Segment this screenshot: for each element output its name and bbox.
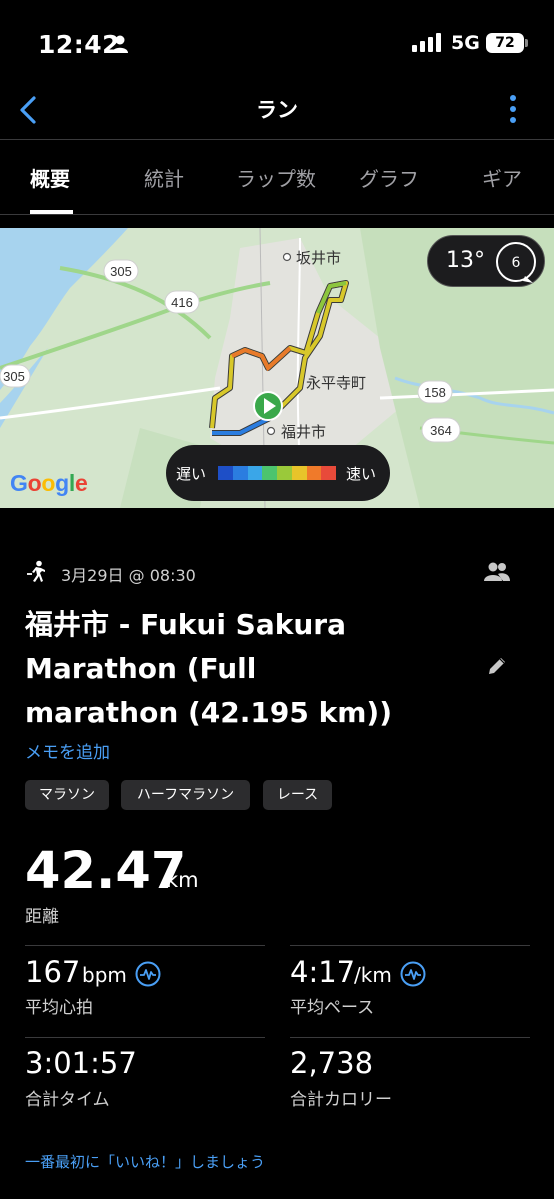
divider [25,945,265,946]
signal-icon [412,33,441,52]
distance-value: 42.47 [25,842,187,901]
avg-hr-value: 167 [25,955,81,989]
tab-graphs[interactable]: グラフ [359,163,419,192]
title-line: Marathon (Full [25,652,257,685]
legend-color-segment [262,466,277,480]
calories-value: 2,738 [290,1046,374,1080]
tab-overview[interactable]: 概要 [30,163,70,192]
legend-color-segment [232,466,248,480]
route-label: 305 [3,369,25,384]
activity-title: 福井市 - Fukui Sakura Marathon (Full marath… [25,603,465,735]
route-shield-158: 158 [417,380,453,404]
divider [290,1037,530,1038]
google-logo-letter: g [55,470,69,496]
route-shield-416: 416 [164,290,200,314]
legend-color-segment [291,466,307,480]
avg-hr-unit: bpm [82,963,127,987]
tab-gear[interactable]: ギア [482,163,522,192]
distance-label: 距離 [25,907,59,927]
google-logo-letter: e [74,470,88,496]
google-logo-letter: o [27,470,42,496]
route-shield-305b: 305 [0,364,31,388]
place-label-fukui: 福井市 [281,423,326,441]
nav-bar: ラン [0,88,554,140]
divider [25,1037,265,1038]
title-line: 福井市 - Fukui Sakura [25,608,347,641]
add-memo-link[interactable]: メモを追加 [25,738,110,763]
battery-tip [525,39,528,47]
like-prompt-link[interactable]: 一番最初に「いいね！」しましょう [25,1151,265,1172]
route-shield-364: 364 [421,417,461,443]
avg-pace-value: 4:17 [290,955,356,989]
activity-date: 3月29日 @ 08:30 [61,566,196,585]
place-label-sakai: 坂井市 [296,249,341,267]
edit-pencil-icon[interactable] [485,654,509,678]
battery-icon: 72 [486,33,524,53]
legend-color-segment [321,466,336,480]
tab-laps[interactable]: ラップ数 [236,163,316,192]
people-icon[interactable] [483,560,511,584]
pace-legend: 遅い 速い [166,445,390,501]
more-vertical-icon[interactable] [505,92,521,126]
route-label: 158 [424,385,446,400]
distance-unit: km [166,868,199,892]
status-time: 12:42 [38,30,121,59]
weather-pill: 13° 6 [427,235,545,287]
tab-active-indicator [30,210,73,214]
calories-label: 合計カロリー [290,1090,392,1110]
heart-rate-chart-icon[interactable] [135,961,161,987]
divider [290,945,530,946]
route-shield-305: 305 [103,259,139,283]
google-logo: Google [10,470,88,497]
running-icon [27,560,45,582]
total-time-label: 合計タイム [25,1090,110,1110]
network-type: 5G [451,32,480,54]
legend-color-segment [306,466,322,480]
status-bar: 12:42 5G 72 [0,0,554,88]
route-label: 305 [110,264,132,279]
avg-pace-label: 平均ペース [290,998,375,1018]
activity-meta: 3月29日 @ 08:30 [25,558,525,588]
temperature: 13° [446,248,485,273]
tab-stats[interactable]: 統計 [144,163,184,192]
google-logo-letter: G [10,470,28,496]
legend-fast-label: 速い [346,465,377,483]
route-label: 416 [171,295,193,310]
legend-slow-label: 遅い [176,465,207,483]
person-icon [112,35,128,53]
tag-chip[interactable]: マラソン [25,780,109,810]
legend-color-segment [247,466,263,480]
tag-chip[interactable]: レース [263,780,332,810]
title-line: marathon (42.195 km)) [25,696,392,729]
wind-icon: 6 [496,242,536,283]
tab-bar: 概要 統計 ラップ数 グラフ ギア [0,141,554,215]
legend-color-segment [218,466,233,480]
pace-chart-icon[interactable] [400,961,426,987]
route-label: 364 [430,423,452,438]
wind-speed: 6 [512,255,521,271]
avg-hr-label: 平均心拍 [25,998,93,1018]
start-marker-icon [253,391,283,421]
total-time-value: 3:01:57 [25,1046,137,1080]
tag-chip[interactable]: ハーフマラソン [121,780,250,810]
legend-color-bar [218,466,336,480]
place-label-eiheiji: 永平寺町 [306,374,366,392]
page-title: ラン [256,98,298,122]
avg-pace-unit: /km [354,963,392,987]
google-logo-letter: o [41,470,56,496]
legend-color-segment [277,466,292,480]
